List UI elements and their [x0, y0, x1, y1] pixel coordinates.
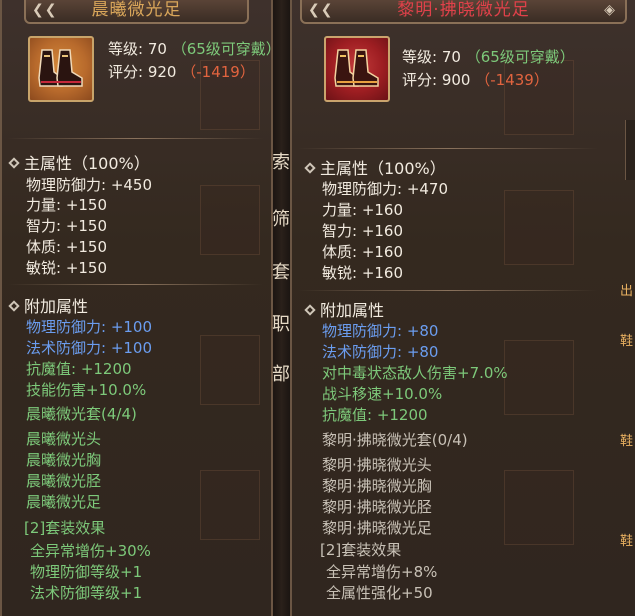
level-value: 等级: 70 — [402, 48, 461, 66]
set-effect: 物理防御等级+1 — [30, 563, 143, 581]
item-tooltip-equipped: ❮❮ 晨曦微光足 等级: 70 （65级可穿戴） 评分: 920 （-1419）… — [0, 0, 273, 616]
main-attr: 力量: +160 — [322, 201, 404, 219]
wear-requirement: （65级可穿戴） — [465, 48, 575, 66]
set-item: 晨曦微光头 — [26, 430, 102, 448]
compare-arrow-icon[interactable]: ❮❮ — [32, 1, 56, 19]
bg-char: 套 — [272, 262, 290, 283]
extra-attr-green: 抗魔值: +1200 — [26, 360, 132, 378]
main-attr: 力量: +150 — [26, 196, 108, 214]
set-item: 晨曦微光胫 — [26, 472, 102, 490]
background-tab — [625, 120, 635, 180]
extra-attr-blue: 法术防御力: +80 — [322, 343, 439, 361]
set-effect: 全异常增伤+30% — [30, 542, 151, 560]
extra-attr-header: 附加属性 — [8, 293, 89, 317]
score-value: 评分: 920 — [108, 63, 177, 81]
bg-char: 鞋 — [620, 534, 634, 549]
score-diff: （-1439） — [475, 71, 549, 89]
main-attr-header: 主属性（100%） — [8, 150, 150, 174]
set-name: 黎明·拂晓微光套(0/4) — [322, 431, 468, 449]
bg-char: 出 — [620, 284, 634, 299]
extra-attr-green: 抗魔值: +1200 — [322, 406, 428, 424]
main-attr: 敏锐: +160 — [322, 264, 404, 282]
level-line: 等级: 70 （65级可穿戴） — [402, 48, 575, 66]
main-attr-header-label: 主属性（100%） — [24, 154, 150, 173]
set-effect-header: [2]套装效果 — [24, 519, 106, 537]
diamond-icon — [304, 304, 316, 316]
score-line: 评分: 900 （-1439） — [402, 71, 549, 89]
boots-icon — [28, 36, 94, 102]
extra-attr-header-label: 附加属性 — [24, 297, 89, 316]
panel-gap — [273, 0, 290, 616]
extra-attr-blue: 物理防御力: +80 — [322, 322, 439, 340]
level-value: 等级: 70 — [108, 40, 167, 58]
divider — [8, 284, 263, 285]
bg-char: 鞋 — [620, 434, 634, 449]
extra-attr-blue: 法术防御力: +100 — [26, 339, 153, 357]
score-diff: （-1419） — [181, 63, 255, 81]
set-item: 黎明·拂晓微光胸 — [322, 477, 432, 495]
divider — [8, 138, 263, 139]
diamond-icon — [8, 300, 20, 312]
main-attr-header-label: 主属性（100%） — [320, 159, 446, 178]
bg-char: 部 — [272, 364, 290, 385]
set-effect: 全属性强化+50 — [326, 584, 433, 602]
extra-attr-header-label: 附加属性 — [320, 301, 385, 320]
bg-char: 索 — [272, 152, 290, 173]
set-item: 黎明·拂晓微光胫 — [322, 498, 432, 516]
set-item: 黎明·拂晓微光足 — [322, 519, 432, 537]
set-item: 晨曦微光足 — [26, 493, 102, 511]
set-effect: 法术防御等级+1 — [30, 584, 143, 602]
main-attr: 体质: +160 — [322, 243, 404, 261]
extra-attr-green: 对中毒状态敌人伤害+7.0% — [322, 364, 508, 382]
extra-attr-blue: 物理防御力: +100 — [26, 318, 153, 336]
level-line: 等级: 70 （65级可穿戴） — [108, 40, 273, 58]
main-attr: 体质: +150 — [26, 238, 108, 256]
item-title-bar: ❮❮ 晨曦微光足 — [24, 0, 249, 24]
item-title-bar: ❮❮ 黎明·拂晓微光足 ◈ — [300, 0, 627, 24]
item-name: 黎明·拂晓微光足 — [397, 0, 530, 20]
set-name: 晨曦微光套(4/4) — [26, 405, 137, 423]
bg-char: 职 — [272, 314, 290, 335]
main-attr: 物理防御力: +450 — [26, 176, 153, 194]
set-effect-header: [2]套装效果 — [320, 541, 402, 559]
item-tooltip-compare: ❮❮ 黎明·拂晓微光足 ◈ 等级: 70 （65级可穿戴） 评分: 900 （-… — [290, 0, 635, 616]
expand-icon[interactable]: ◈ — [601, 1, 619, 19]
wear-requirement: （65级可穿戴） — [171, 40, 273, 58]
extra-attr-green: 技能伤害+10.0% — [26, 381, 147, 399]
main-attr: 智力: +160 — [322, 222, 404, 240]
main-attr-header: 主属性（100%） — [304, 155, 446, 179]
set-item: 黎明·拂晓微光头 — [322, 456, 432, 474]
set-effect: 全异常增伤+8% — [326, 563, 438, 581]
main-attr: 智力: +150 — [26, 217, 108, 235]
divider — [298, 148, 598, 149]
bg-char: 鞋 — [620, 334, 634, 349]
extra-attr-header: 附加属性 — [304, 297, 385, 321]
extra-attr-green: 战斗移速+10.0% — [322, 385, 443, 403]
score-line: 评分: 920 （-1419） — [108, 63, 255, 81]
item-name: 晨曦微光足 — [91, 0, 182, 20]
divider — [298, 290, 598, 291]
diamond-icon — [304, 162, 316, 174]
score-value: 评分: 900 — [402, 71, 471, 89]
compare-arrow-icon[interactable]: ❮❮ — [308, 1, 332, 19]
main-attr: 敏锐: +150 — [26, 259, 108, 277]
set-item: 晨曦微光胸 — [26, 451, 102, 469]
bg-char: 筛 — [272, 209, 290, 230]
boots-icon — [324, 36, 390, 102]
diamond-icon — [8, 157, 20, 169]
main-attr: 物理防御力: +470 — [322, 180, 449, 198]
